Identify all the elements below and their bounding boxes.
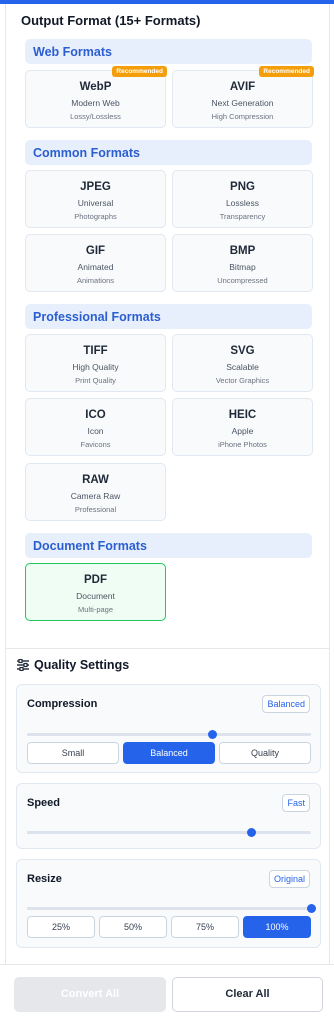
format-detail: Transparency <box>219 212 266 221</box>
slider-fill <box>27 831 252 834</box>
compression-option-balanced[interactable]: Balanced <box>123 742 215 764</box>
resize-slider[interactable] <box>27 904 316 913</box>
format-detail: Vector Graphics <box>215 376 270 385</box>
format-name: HEIC <box>228 409 257 421</box>
format-card-avif[interactable]: Recommended AVIF Next Generation High Co… <box>172 66 314 128</box>
speed-label: Speed <box>27 797 61 809</box>
group-header-web: Web Formats <box>25 39 312 64</box>
format-desc: Document <box>76 591 115 601</box>
format-name: SVG <box>230 345 255 357</box>
compression-option-small[interactable]: Small <box>27 742 119 764</box>
slider-fill <box>27 733 212 736</box>
format-desc: Bitmap <box>229 262 256 272</box>
format-name: JPEG <box>80 181 111 193</box>
format-detail: Lossy/Lossless <box>70 112 121 121</box>
format-desc: High Quality <box>72 362 119 372</box>
format-detail: Favicons <box>80 440 111 449</box>
compression-label: Compression <box>27 698 98 710</box>
resize-option-50[interactable]: 50% <box>99 916 167 938</box>
recommended-badge: Recommended <box>112 66 167 77</box>
format-card-jpeg[interactable]: JPEG Universal Photographs <box>25 170 166 228</box>
resize-card: Resize Original 25% 50% 75% 100% <box>16 859 321 948</box>
format-desc: Modern Web <box>71 98 120 108</box>
format-desc: Apple <box>231 426 254 436</box>
format-name: AVIF <box>229 81 256 93</box>
resize-option-100[interactable]: 100% <box>243 916 311 938</box>
format-card-gif[interactable]: GIF Animated Animations <box>25 234 166 292</box>
slider-thumb[interactable] <box>207 730 217 739</box>
sliders-icon <box>17 659 29 671</box>
format-name: ICO <box>85 409 106 421</box>
slider-thumb[interactable] <box>307 904 316 913</box>
format-card-heic[interactable]: HEIC Apple iPhone Photos <box>172 398 313 456</box>
format-card-raw[interactable]: RAW Camera Raw Professional <box>25 463 166 521</box>
format-desc: Icon <box>87 426 104 436</box>
slider-thumb[interactable] <box>247 828 257 837</box>
compression-option-quality[interactable]: Quality <box>219 742 311 764</box>
format-card-tiff[interactable]: TIFF High Quality Print Quality <box>25 334 166 392</box>
convert-all-button[interactable]: Convert All <box>14 977 166 1012</box>
format-detail: Animations <box>76 276 115 285</box>
format-card-pdf[interactable]: PDF Document Multi-page <box>25 563 166 621</box>
output-format-title: Output Format (15+ Formats) <box>21 13 201 28</box>
quality-settings-title: Quality Settings <box>34 658 130 672</box>
recommended-badge: Recommended <box>259 66 314 77</box>
format-desc: Universal <box>77 198 114 208</box>
format-detail: Uncompressed <box>217 276 268 285</box>
format-detail: Multi-page <box>77 605 114 614</box>
group-header-document: Document Formats <box>25 533 312 558</box>
resize-option-25[interactable]: 25% <box>27 916 95 938</box>
format-detail: Professional <box>74 505 117 514</box>
format-card-png[interactable]: PNG Lossless Transparency <box>172 170 313 228</box>
format-name: BMP <box>229 245 256 257</box>
compression-value-badge: Balanced <box>262 695 310 713</box>
resize-value-badge: Original <box>268 870 310 888</box>
clear-all-button[interactable]: Clear All <box>172 977 323 1012</box>
format-name: RAW <box>82 474 109 486</box>
format-desc: Camera Raw <box>70 491 121 501</box>
format-name: PNG <box>230 181 255 193</box>
format-desc: Next Generation <box>211 98 274 108</box>
slider-fill <box>27 907 311 910</box>
format-card-svg[interactable]: SVG Scalable Vector Graphics <box>172 334 313 392</box>
resize-option-75[interactable]: 75% <box>171 916 239 938</box>
speed-card: Speed Fast <box>16 783 321 849</box>
format-card-ico[interactable]: ICO Icon Favicons <box>25 398 166 456</box>
speed-value-badge: Fast <box>282 794 310 812</box>
format-name: PDF <box>84 574 107 586</box>
resize-label: Resize <box>27 873 62 885</box>
format-card-webp[interactable]: Recommended WebP Modern Web Lossy/Lossle… <box>25 66 167 128</box>
format-desc: Scalable <box>226 362 259 372</box>
speed-slider[interactable] <box>27 828 311 837</box>
format-detail: Photographs <box>74 212 117 221</box>
format-detail: iPhone Photos <box>218 440 267 449</box>
compression-card: Compression Balanced Small Balanced Qual… <box>16 684 321 773</box>
section-divider <box>5 648 330 649</box>
format-desc: Lossless <box>225 198 260 208</box>
group-header-common: Common Formats <box>25 140 312 165</box>
compression-slider[interactable] <box>27 730 311 739</box>
format-name: GIF <box>85 245 106 257</box>
format-card-bmp[interactable]: BMP Bitmap Uncompressed <box>172 234 313 292</box>
format-name: TIFF <box>83 345 108 357</box>
format-name: WebP <box>79 81 112 93</box>
format-desc: Animated <box>77 262 114 272</box>
format-detail: High Compression <box>211 112 274 121</box>
format-detail: Print Quality <box>75 376 116 385</box>
group-header-professional: Professional Formats <box>25 304 312 329</box>
